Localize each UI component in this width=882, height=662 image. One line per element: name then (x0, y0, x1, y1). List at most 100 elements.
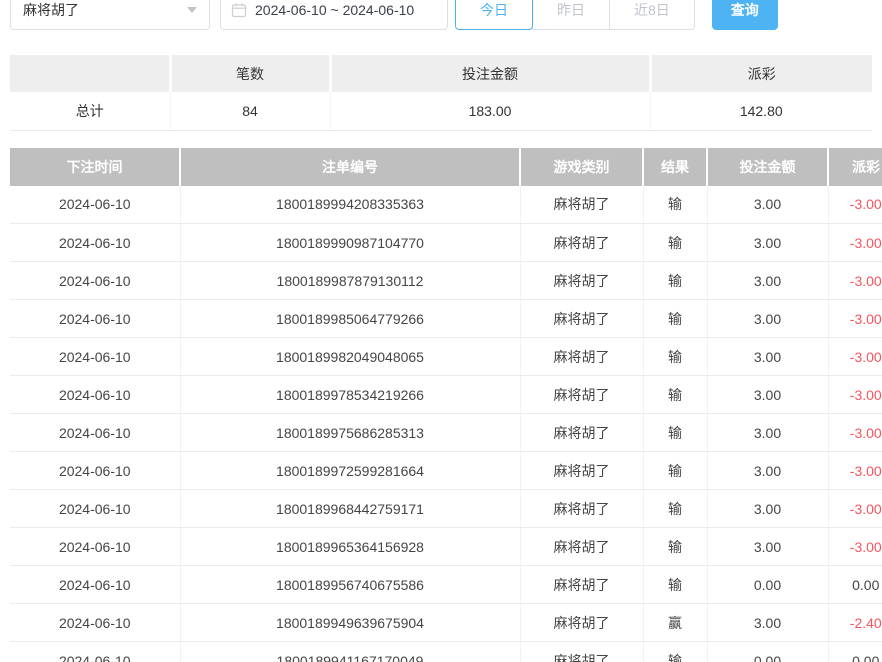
game-select[interactable]: 麻将胡了 (10, 0, 210, 30)
cell-bet-amount: 3.00 (707, 262, 828, 300)
cell-bet-time: 2024-06-10 (10, 642, 180, 662)
cell-bet-amount: 3.00 (707, 338, 828, 376)
cell-bet-amount: 0.00 (707, 566, 828, 604)
table-row: 2024-06-10 1800189949639675904 麻将胡了 赢 3.… (10, 604, 882, 642)
table-row: 2024-06-10 1800189941167170049 麻将胡了 输 0.… (10, 642, 882, 662)
table-row: 2024-06-10 1800189972599281664 麻将胡了 输 3.… (10, 452, 882, 490)
toolbar: 麻将胡了 2024-06-10 ~ 2024-06-10 今日昨日近8日 查询 (10, 0, 882, 30)
records-header-row: 下注时间注单编号游戏类别结果投注金额派彩 (10, 148, 882, 186)
cell-payout: -3.00 (828, 338, 882, 376)
cell-order-no: 1800189985064779266 (180, 300, 520, 338)
quick-button-今日[interactable]: 今日 (455, 0, 533, 30)
cell-result: 输 (643, 566, 707, 604)
summary-total-label: 总计 (10, 92, 170, 130)
cell-game-type: 麻将胡了 (520, 338, 643, 376)
cell-bet-time: 2024-06-10 (10, 300, 180, 338)
table-row: 2024-06-10 1800189985064779266 麻将胡了 输 3.… (10, 300, 882, 338)
cell-result: 输 (643, 186, 707, 224)
cell-game-type: 麻将胡了 (520, 300, 643, 338)
records-header-col-5: 派彩 (828, 148, 882, 186)
cell-bet-amount: 3.00 (707, 490, 828, 528)
summary-payout: 142.80 (650, 92, 872, 130)
cell-result: 输 (643, 376, 707, 414)
cell-bet-amount: 3.00 (707, 224, 828, 262)
cell-game-type: 麻将胡了 (520, 490, 643, 528)
cell-order-no: 1800189965364156928 (180, 528, 520, 566)
chevron-down-icon (187, 7, 197, 13)
quick-button-昨日[interactable]: 昨日 (532, 0, 610, 30)
cell-payout: -3.00 (828, 300, 882, 338)
summary-header-col-1: 笔数 (170, 55, 330, 92)
cell-bet-time: 2024-06-10 (10, 490, 180, 528)
table-row: 2024-06-10 1800189956740675586 麻将胡了 输 0.… (10, 566, 882, 604)
cell-order-no: 1800189941167170049 (180, 642, 520, 662)
cell-order-no: 1800189968442759171 (180, 490, 520, 528)
cell-order-no: 1800189982049048065 (180, 338, 520, 376)
date-range-input[interactable]: 2024-06-10 ~ 2024-06-10 (220, 0, 448, 30)
quick-button-近8日[interactable]: 近8日 (609, 0, 695, 30)
cell-bet-time: 2024-06-10 (10, 376, 180, 414)
cell-payout: -3.00 (828, 186, 882, 224)
cell-game-type: 麻将胡了 (520, 566, 643, 604)
records-table: 下注时间注单编号游戏类别结果投注金额派彩 2024-06-10 18001899… (10, 148, 882, 662)
cell-bet-amount: 3.00 (707, 414, 828, 452)
cell-bet-time: 2024-06-10 (10, 262, 180, 300)
cell-payout: -3.00 (828, 224, 882, 262)
cell-bet-amount: 3.00 (707, 376, 828, 414)
cell-result: 输 (643, 528, 707, 566)
cell-result: 输 (643, 490, 707, 528)
cell-bet-amount: 3.00 (707, 604, 828, 642)
cell-payout: -3.00 (828, 528, 882, 566)
summary-count: 84 (170, 92, 330, 130)
date-range-value: 2024-06-10 ~ 2024-06-10 (255, 2, 414, 18)
cell-order-no: 1800189990987104770 (180, 224, 520, 262)
cell-result: 输 (643, 414, 707, 452)
cell-order-no: 1800189949639675904 (180, 604, 520, 642)
cell-bet-time: 2024-06-10 (10, 452, 180, 490)
cell-result: 赢 (643, 604, 707, 642)
cell-result: 输 (643, 224, 707, 262)
cell-payout: -3.00 (828, 490, 882, 528)
table-row: 2024-06-10 1800189982049048065 麻将胡了 输 3.… (10, 338, 882, 376)
cell-game-type: 麻将胡了 (520, 642, 643, 662)
records-header-col-3: 结果 (643, 148, 707, 186)
cell-order-no: 1800189956740675586 (180, 566, 520, 604)
summary-header-row: 笔数投注金额派彩 (10, 55, 872, 92)
table-row: 2024-06-10 1800189994208335363 麻将胡了 输 3.… (10, 186, 882, 224)
table-row: 2024-06-10 1800189987879130112 麻将胡了 输 3.… (10, 262, 882, 300)
cell-result: 输 (643, 338, 707, 376)
betting-records-page: 麻将胡了 2024-06-10 ~ 2024-06-10 今日昨日近8日 查询 … (0, 0, 882, 662)
cell-payout: -3.00 (828, 452, 882, 490)
cell-game-type: 麻将胡了 (520, 452, 643, 490)
summary-bet-amount: 183.00 (330, 92, 650, 130)
cell-bet-amount: 0.00 (707, 642, 828, 662)
cell-game-type: 麻将胡了 (520, 186, 643, 224)
cell-result: 输 (643, 642, 707, 662)
query-button[interactable]: 查询 (712, 0, 778, 30)
cell-bet-time: 2024-06-10 (10, 186, 180, 224)
records-table-wrap: 下注时间注单编号游戏类别结果投注金额派彩 2024-06-10 18001899… (10, 148, 882, 662)
table-row: 2024-06-10 1800189975686285313 麻将胡了 输 3.… (10, 414, 882, 452)
quick-date-button-group: 今日昨日近8日 (455, 0, 695, 30)
table-row: 2024-06-10 1800189978534219266 麻将胡了 输 3.… (10, 376, 882, 414)
cell-game-type: 麻将胡了 (520, 262, 643, 300)
summary-header-col-3: 派彩 (650, 55, 872, 92)
summary-header-col-0 (10, 55, 170, 92)
cell-bet-time: 2024-06-10 (10, 414, 180, 452)
cell-payout: -2.40 (828, 604, 882, 642)
cell-order-no: 1800189994208335363 (180, 186, 520, 224)
cell-result: 输 (643, 452, 707, 490)
cell-order-no: 1800189987879130112 (180, 262, 520, 300)
records-header-col-1: 注单编号 (180, 148, 520, 186)
cell-payout: -3.00 (828, 262, 882, 300)
cell-payout: 0.00 (828, 642, 882, 662)
table-row: 2024-06-10 1800189968442759171 麻将胡了 输 3.… (10, 490, 882, 528)
table-row: 2024-06-10 1800189990987104770 麻将胡了 输 3.… (10, 224, 882, 262)
cell-bet-amount: 3.00 (707, 300, 828, 338)
game-select-value: 麻将胡了 (23, 0, 79, 20)
calendar-icon (231, 2, 247, 18)
records-header-col-2: 游戏类别 (520, 148, 643, 186)
summary-total-row: 总计 84 183.00 142.80 (10, 92, 872, 130)
cell-bet-amount: 3.00 (707, 452, 828, 490)
cell-game-type: 麻将胡了 (520, 376, 643, 414)
